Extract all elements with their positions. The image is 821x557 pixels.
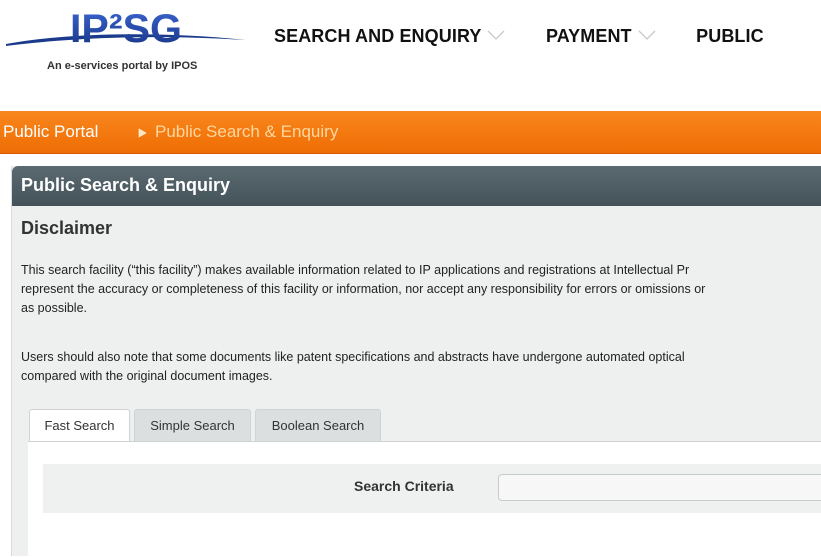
tab-fast-search[interactable]: Fast Search bbox=[29, 409, 130, 442]
nav-label: SEARCH AND ENQUIRY bbox=[274, 26, 482, 46]
chevron-down-icon bbox=[488, 30, 505, 40]
nav-search-and-enquiry[interactable]: SEARCH AND ENQUIRY bbox=[274, 26, 505, 47]
search-criteria-row: Search Criteria bbox=[43, 464, 821, 513]
panel-title: Public Search & Enquiry bbox=[21, 175, 231, 195]
text-line: This search facility (“this facility”) m… bbox=[21, 263, 690, 277]
disclaimer-paragraph-2: Users should also note that some documen… bbox=[21, 348, 821, 386]
text-line: Users should also note that some documen… bbox=[21, 350, 685, 364]
nav-label: PUBLIC bbox=[696, 26, 764, 46]
tab-simple-search[interactable]: Simple Search bbox=[134, 409, 251, 441]
text-line: as possible. bbox=[21, 301, 88, 315]
breadcrumb-root[interactable]: Public Portal bbox=[3, 122, 98, 142]
text-line: represent the accuracy or completeness o… bbox=[21, 282, 706, 296]
logo-tagline: An e-services portal by IPOS bbox=[47, 60, 198, 72]
chevron-down-icon bbox=[638, 30, 656, 40]
fast-search-form: Search Criteria bbox=[28, 441, 821, 557]
disclaimer-paragraph-1: This search facility (“this facility”) m… bbox=[21, 261, 821, 318]
main-nav: SEARCH AND ENQUIRY PAYMENT PUBLIC bbox=[274, 26, 800, 56]
ip2sg-logo[interactable]: IP²SG An e-services portal by IPOS bbox=[0, 0, 250, 80]
nav-payment[interactable]: PAYMENT bbox=[546, 26, 656, 47]
search-panel: Public Search & Enquiry Disclaimer This … bbox=[11, 166, 821, 557]
text-line: compared with the original document imag… bbox=[21, 369, 273, 383]
breadcrumb-current: Public Search & Enquiry bbox=[155, 122, 339, 141]
search-criteria-input[interactable] bbox=[498, 474, 821, 501]
site-header: IP²SG An e-services portal by IPOS SEARC… bbox=[0, 0, 821, 96]
disclaimer-title: Disclaimer bbox=[21, 218, 113, 238]
panel-header: Public Search & Enquiry bbox=[12, 166, 821, 206]
logo-wordmark: IP²SG bbox=[70, 7, 182, 50]
tab-boolean-search[interactable]: Boolean Search bbox=[255, 409, 381, 441]
triangle-right-icon bbox=[138, 128, 147, 138]
nav-public[interactable]: PUBLIC bbox=[696, 26, 764, 47]
breadcrumb: Public Portal Public Search & Enquiry bbox=[0, 111, 821, 154]
svg-text:IP²SG: IP²SG bbox=[70, 7, 182, 50]
nav-label: PAYMENT bbox=[545, 26, 632, 46]
search-criteria-label: Search Criteria bbox=[354, 478, 454, 494]
